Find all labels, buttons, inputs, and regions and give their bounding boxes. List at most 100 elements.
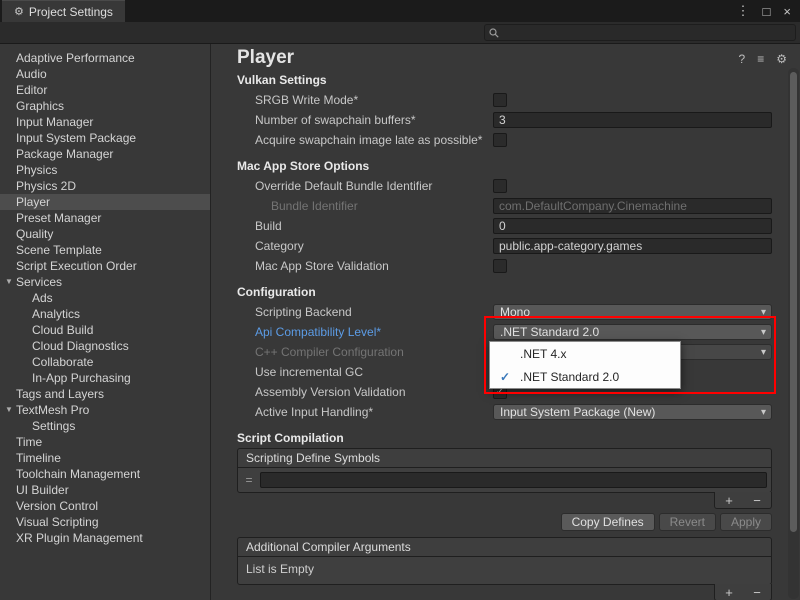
prop-label: Category	[255, 239, 493, 253]
sidebar-item-label: Services	[16, 274, 62, 290]
foldout-expanded-icon[interactable]: ▼	[2, 402, 16, 418]
sidebar-item-services[interactable]: ▼Services	[0, 274, 210, 290]
sidebar-item-input-manager[interactable]: Input Manager	[0, 114, 210, 130]
sidebar-item-package-manager[interactable]: Package Manager	[0, 146, 210, 162]
section-vulkan-settings: Vulkan SettingsSRGB Write Mode*Number of…	[211, 70, 800, 150]
define-symbol-input[interactable]	[260, 472, 767, 488]
prop-row-bundle-identifier: Bundle Identifiercom.DefaultCompany.Cine…	[211, 196, 800, 216]
prop-label: Scripting Backend	[255, 305, 493, 319]
number-of-swapchain-buffers-field[interactable]: 3	[493, 112, 772, 128]
prop-label: Override Default Bundle Identifier	[255, 179, 493, 193]
sidebar-item-label: Physics	[16, 162, 57, 178]
prop-label: Assembly Version Validation	[255, 385, 493, 399]
sidebar-item-graphics[interactable]: Graphics	[0, 98, 210, 114]
sidebar-item-xr-plugin-management[interactable]: XR Plugin Management	[0, 530, 210, 546]
define-symbol-row: =	[242, 472, 767, 488]
prop-control	[493, 259, 772, 273]
sidebar-item-audio[interactable]: Audio	[0, 66, 210, 82]
section-mac-app-store-options: Mac App Store OptionsOverride Default Bu…	[211, 156, 800, 276]
window-menu-icon[interactable]: ⋮	[737, 3, 750, 19]
popup-option-net-4-x[interactable]: .NET 4.x	[490, 342, 680, 365]
add-define-button[interactable]: +	[725, 494, 733, 507]
popup-option-net-standard-2-0[interactable]: ✓.NET Standard 2.0	[490, 365, 680, 388]
apply-button[interactable]: Apply	[720, 513, 772, 531]
sidebar-item-settings[interactable]: Settings	[0, 418, 210, 434]
sidebar-item-scene-template[interactable]: Scene Template	[0, 242, 210, 258]
sidebar-item-toolchain-management[interactable]: Toolchain Management	[0, 466, 210, 482]
tab-project-settings[interactable]: ⚙ Project Settings	[2, 0, 125, 22]
sidebar-item-cloud-build[interactable]: Cloud Build	[0, 322, 210, 338]
sidebar-item-label: Visual Scripting	[16, 514, 99, 530]
sidebar-item-preset-manager[interactable]: Preset Manager	[0, 210, 210, 226]
prop-row-scripting-backend: Scripting BackendMono▾	[211, 302, 800, 322]
sidebar-item-ui-builder[interactable]: UI Builder	[0, 482, 210, 498]
sidebar-item-tags-and-layers[interactable]: Tags and Layers	[0, 386, 210, 402]
tab-title: Project Settings	[29, 5, 113, 19]
sidebar-item-quality[interactable]: Quality	[0, 226, 210, 242]
scripting-backend-dropdown[interactable]: Mono▾	[493, 304, 772, 320]
revert-button[interactable]: Revert	[659, 513, 716, 531]
mac-app-store-validation-checkbox[interactable]	[493, 259, 507, 273]
sidebar-item-editor[interactable]: Editor	[0, 82, 210, 98]
sidebar-item-adaptive-performance[interactable]: Adaptive Performance	[0, 50, 210, 66]
sidebar-item-label: Ads	[32, 290, 53, 306]
api-compatibility-level-dropdown[interactable]: .NET Standard 2.0▾	[493, 324, 772, 340]
prop-row-mac-app-store-validation: Mac App Store Validation	[211, 256, 800, 276]
popup-option-label: .NET Standard 2.0	[520, 370, 619, 384]
maximize-icon[interactable]: □	[763, 4, 771, 19]
sidebar-item-input-system-package[interactable]: Input System Package	[0, 130, 210, 146]
prop-control: 3	[493, 112, 772, 128]
prop-row-category: Categorypublic.app-category.games	[211, 236, 800, 256]
bundle-identifier-field[interactable]: com.DefaultCompany.Cinemachine	[493, 198, 772, 214]
sidebar-item-label: Physics 2D	[16, 178, 76, 194]
sidebar-item-collaborate[interactable]: Collaborate	[0, 354, 210, 370]
scrollbar-thumb[interactable]	[790, 72, 797, 532]
main-scrollbar[interactable]	[788, 68, 799, 599]
acquire-swapchain-image-late-as-possible-checkbox[interactable]	[493, 133, 507, 147]
srgb-write-mode-checkbox[interactable]	[493, 93, 507, 107]
section-title: Vulkan Settings	[237, 70, 800, 90]
sidebar-item-player[interactable]: Player	[0, 194, 210, 210]
sidebar-item-version-control[interactable]: Version Control	[0, 498, 210, 514]
titlebar: ⚙ Project Settings ⋮ □ ×	[0, 0, 800, 22]
sidebar-item-time[interactable]: Time	[0, 434, 210, 450]
sidebar-item-timeline[interactable]: Timeline	[0, 450, 210, 466]
header-icons: ? ≡ ⚙	[739, 52, 787, 66]
sidebar-item-physics[interactable]: Physics	[0, 162, 210, 178]
sidebar-item-cloud-diagnostics[interactable]: Cloud Diagnostics	[0, 338, 210, 354]
sidebar-item-physics-2d[interactable]: Physics 2D	[0, 178, 210, 194]
presets-icon[interactable]: ≡	[757, 52, 764, 66]
add-argument-button[interactable]: +	[725, 586, 733, 599]
sidebar-item-script-execution-order[interactable]: Script Execution Order	[0, 258, 210, 274]
remove-argument-button[interactable]: −	[753, 586, 761, 599]
prop-control: Input System Package (New)▾	[493, 404, 772, 420]
sidebar-item-textmesh-pro[interactable]: ▼TextMesh Pro	[0, 402, 210, 418]
sidebar-item-label: Settings	[32, 418, 75, 434]
sidebar-item-analytics[interactable]: Analytics	[0, 306, 210, 322]
prop-control: com.DefaultCompany.Cinemachine	[493, 198, 772, 214]
copy-defines-button[interactable]: Copy Defines	[561, 513, 655, 531]
sidebar-item-label: Package Manager	[16, 146, 113, 162]
scripting-define-symbols-header: Scripting Define Symbols	[238, 449, 771, 468]
close-icon[interactable]: ×	[783, 4, 791, 19]
help-icon[interactable]: ?	[739, 52, 746, 66]
drag-handle-icon[interactable]: =	[242, 473, 256, 487]
sidebar-item-ads[interactable]: Ads	[0, 290, 210, 306]
sidebar-item-visual-scripting[interactable]: Visual Scripting	[0, 514, 210, 530]
active-input-handling-dropdown[interactable]: Input System Package (New)▾	[493, 404, 772, 420]
build-field[interactable]: 0	[493, 218, 772, 234]
search-box[interactable]	[484, 24, 796, 41]
sidebar-item-in-app-purchasing[interactable]: In-App Purchasing	[0, 370, 210, 386]
sidebar-item-label: Audio	[16, 66, 47, 82]
scripting-define-symbols-box: Scripting Define Symbols =	[237, 448, 772, 493]
remove-define-button[interactable]: −	[753, 494, 761, 507]
prop-control: 0	[493, 218, 772, 234]
sidebar: Adaptive PerformanceAudioEditorGraphicsI…	[0, 44, 211, 600]
more-gear-icon[interactable]: ⚙	[776, 52, 787, 66]
section-title-script-compilation: Script Compilation	[237, 428, 800, 448]
search-input[interactable]	[503, 27, 791, 39]
category-field[interactable]: public.app-category.games	[493, 238, 772, 254]
checkmark-icon: ✓	[490, 370, 520, 384]
foldout-expanded-icon[interactable]: ▼	[2, 274, 16, 290]
override-default-bundle-identifier-checkbox[interactable]	[493, 179, 507, 193]
